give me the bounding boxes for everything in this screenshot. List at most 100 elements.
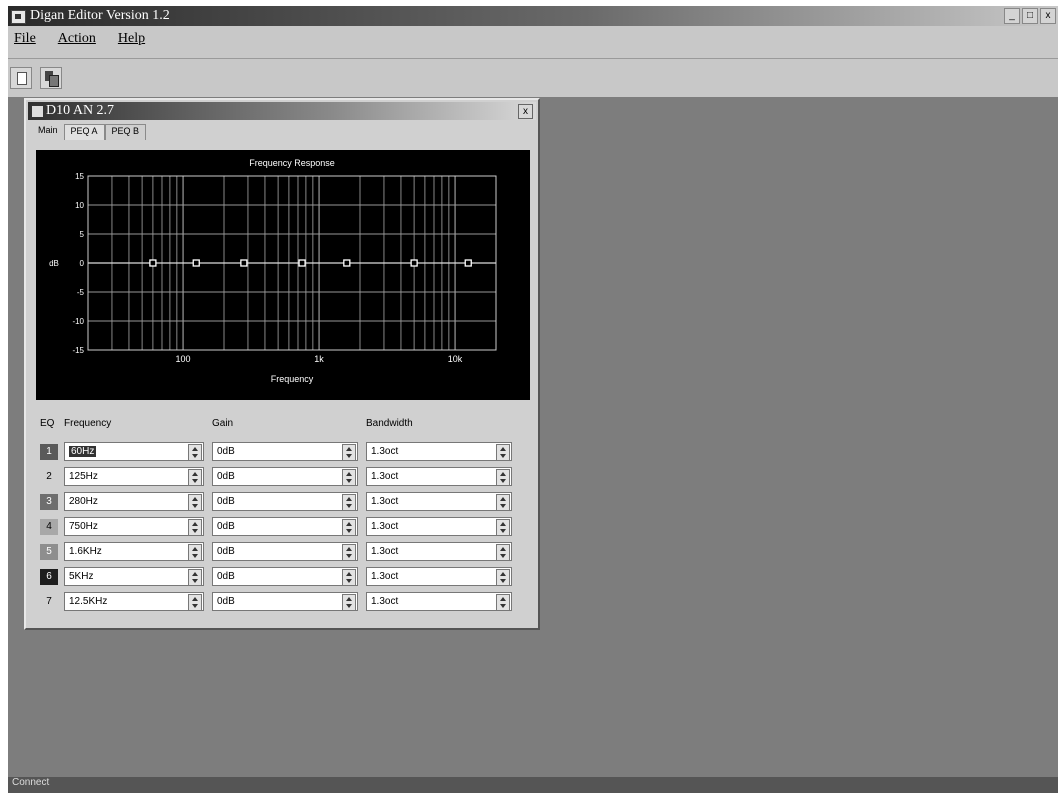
frequency-value: 280Hz [69,496,98,507]
frequency-spinbox[interactable]: 750Hz [64,517,204,536]
minimize-button[interactable]: _ [1004,8,1020,24]
gain-spinbox[interactable]: 0dB [212,567,358,586]
spin-arrows-icon[interactable] [342,444,356,461]
band-marker [240,259,248,267]
bandwidth-spinbox[interactable]: 1.3oct [366,492,512,511]
tab-main[interactable]: Main [32,124,64,140]
gain-value: 0dB [217,446,235,457]
spin-arrows-icon[interactable] [188,469,202,486]
frequency-column-header: Frequency [64,418,112,429]
tab-peq-a[interactable]: PEQ A [63,124,105,140]
bandwidth-spinbox[interactable]: 1.3oct [366,517,512,536]
bandwidth-value: 1.3oct [371,596,399,607]
band-marker [298,259,306,267]
menu-help[interactable]: Help [118,31,145,47]
y-tick-label: 5 [80,230,85,239]
band-number-swatch[interactable]: 3 [40,494,58,510]
band-number-swatch[interactable]: 1 [40,444,58,460]
y-tick-label: 10 [75,201,84,210]
gain-value: 0dB [217,496,235,507]
frequency-spinbox[interactable]: 60Hz [64,442,204,461]
device-window-close-button[interactable]: x [518,104,533,119]
bandwidth-spinbox[interactable]: 1.3oct [366,467,512,486]
frequency-spinbox[interactable]: 125Hz [64,467,204,486]
new-file-button[interactable] [10,67,32,89]
frequency-spinbox[interactable]: 1.6KHz [64,542,204,561]
band-number-swatch[interactable]: 5 [40,544,58,560]
band-number-swatch[interactable]: 6 [40,569,58,585]
gain-spinbox[interactable]: 0dB [212,442,358,461]
spin-arrows-icon[interactable] [496,494,510,511]
frequency-response-graph[interactable]: 15 10 5 0 -5 -10 -15 100 1k 10k Frequency Response… [36,150,530,400]
spin-arrows-icon[interactable] [496,544,510,561]
bandwidth-spinbox[interactable]: 1.3oct [366,567,512,586]
bandwidth-spinbox[interactable]: 1.3oct [366,592,512,611]
spin-arrows-icon[interactable] [342,469,356,486]
frequency-spinbox[interactable]: 280Hz [64,492,204,511]
spin-arrows-icon[interactable] [342,569,356,586]
app-icon [11,10,26,24]
spin-arrows-icon[interactable] [496,444,510,461]
bandwidth-value: 1.3oct [371,496,399,507]
spin-arrows-icon[interactable] [188,494,202,511]
gain-value: 0dB [217,546,235,557]
spin-arrows-icon[interactable] [188,569,202,586]
menu-file[interactable]: File [14,31,36,47]
spin-arrows-icon[interactable] [496,519,510,536]
band-marker [410,259,418,267]
bandwidth-column-header: Bandwidth [366,418,413,429]
frequency-spinbox[interactable]: 5KHz [64,567,204,586]
spin-arrows-icon[interactable] [188,519,202,536]
spin-arrows-icon[interactable] [188,544,202,561]
x-tick-label: 10k [448,354,463,364]
band-marker [343,259,351,267]
band-number-swatch[interactable]: 4 [40,519,58,535]
gain-spinbox[interactable]: 0dB [212,467,358,486]
frequency-value: 12.5KHz [69,596,108,607]
close-button[interactable]: x [1040,8,1056,24]
gain-spinbox[interactable]: 0dB [212,517,358,536]
band-number-swatch[interactable]: 2 [40,469,58,485]
bandwidth-value: 1.3oct [371,446,399,457]
spin-arrows-icon[interactable] [188,444,202,461]
frequency-spinbox[interactable]: 12.5KHz [64,592,204,611]
device-window: D10 AN 2.7 x Main PEQ A PEQ B 15 10 5 0 -5 -1… [24,98,540,630]
main-title-bar[interactable]: Digan Editor Version 1.2 _ □ x [8,6,1058,26]
frequency-value: 750Hz [69,521,98,532]
band-marker [149,259,157,267]
gain-column-header: Gain [212,418,234,429]
menu-action[interactable]: Action [58,31,96,47]
bandwidth-value: 1.3oct [371,471,399,482]
status-text: Connect [12,777,50,788]
window-controls: _ □ x [1004,8,1056,24]
device-window-title-bar[interactable]: D10 AN 2.7 x [28,102,536,120]
bandwidth-spinbox[interactable]: 1.3oct [366,442,512,461]
spin-arrows-icon[interactable] [342,494,356,511]
band-number-swatch[interactable]: 7 [40,594,58,610]
spin-arrows-icon[interactable] [342,519,356,536]
y-tick-label: -15 [72,346,84,355]
copy-button[interactable] [40,67,62,89]
spin-arrows-icon[interactable] [342,544,356,561]
spin-arrows-icon[interactable] [496,469,510,486]
gain-value: 0dB [217,521,235,532]
x-tick-label: 100 [176,354,191,364]
app-title: Digan Editor Version 1.2 [30,8,170,23]
y-axis-label: dB [49,259,59,268]
menu-bar: File Action Help [8,28,1058,50]
gain-spinbox[interactable]: 0dB [212,542,358,561]
app-window: Digan Editor Version 1.2 _ □ x File Acti… [8,6,1058,793]
frequency-value: 1.6KHz [69,546,102,557]
spin-arrows-icon[interactable] [496,594,510,611]
bandwidth-value: 1.3oct [371,521,399,532]
spin-arrows-icon[interactable] [496,569,510,586]
gain-spinbox[interactable]: 0dB [212,592,358,611]
spin-arrows-icon[interactable] [188,594,202,611]
tab-peq-b[interactable]: PEQ B [104,124,147,140]
spin-arrows-icon[interactable] [342,594,356,611]
maximize-button[interactable]: □ [1022,8,1038,24]
bandwidth-spinbox[interactable]: 1.3oct [366,542,512,561]
band-marker [464,259,472,267]
y-tick-label: 0 [80,259,85,268]
gain-spinbox[interactable]: 0dB [212,492,358,511]
